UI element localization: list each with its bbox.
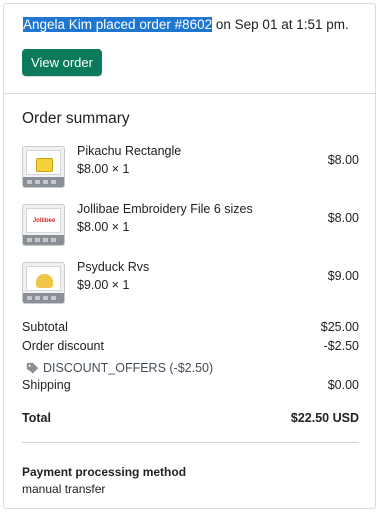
line-item: Jollibee Jollibae Embroidery File 6 size… xyxy=(22,202,359,248)
divider xyxy=(22,442,359,443)
discount-code: DISCOUNT_OFFERS (-$2.50) xyxy=(26,361,213,375)
shipping-label: Shipping xyxy=(22,378,71,392)
order-discount-value: -$2.50 xyxy=(323,339,359,353)
subtotal-value: $25.00 xyxy=(320,320,359,334)
order-discount-label: Order discount xyxy=(22,339,104,353)
divider xyxy=(4,93,375,94)
subtotal-label: Subtotal xyxy=(22,320,68,334)
payment-method-title: Payment processing method xyxy=(22,465,187,479)
item-price: $9.00 xyxy=(327,269,359,283)
pikachu-thumbnail[interactable] xyxy=(22,146,65,188)
order-discount-row: Order discount -$2.50 xyxy=(22,339,359,355)
headline-rest: on Sep 01 at 1:51 pm. xyxy=(212,17,349,32)
item-name: Pikachu Rectangle xyxy=(77,144,182,158)
tag-icon xyxy=(26,362,39,373)
psyduck-thumbnail[interactable] xyxy=(22,262,65,304)
total-value: $22.50 USD xyxy=(290,411,359,425)
order-headline: Angela Kim placed order #8602 on Sep 01 … xyxy=(23,16,349,34)
item-quantity: $8.00 × 1 xyxy=(77,162,130,176)
item-price: $8.00 xyxy=(327,153,359,167)
item-quantity: $8.00 × 1 xyxy=(77,220,130,234)
subtotal-row: Subtotal $25.00 xyxy=(22,320,359,336)
discount-code-text: DISCOUNT_OFFERS (-$2.50) xyxy=(43,361,214,375)
selected-text[interactable]: Angela Kim placed order #8602 xyxy=(23,17,213,32)
item-quantity: $9.00 × 1 xyxy=(77,278,130,292)
line-item: Pikachu Rectangle $8.00 × 1 $8.00 xyxy=(22,144,359,190)
jollibee-thumbnail[interactable]: Jollibee xyxy=(22,204,65,246)
order-summary-title: Order summary xyxy=(22,110,130,127)
view-order-button[interactable]: View order xyxy=(22,49,102,76)
shipping-row: Shipping $0.00 xyxy=(22,378,359,394)
payment-method-value: manual transfer xyxy=(22,482,106,496)
order-card: Angela Kim placed order #8602 on Sep 01 … xyxy=(3,3,376,509)
shipping-value: $0.00 xyxy=(327,378,359,392)
item-name: Jollibae Embroidery File 6 sizes xyxy=(77,202,253,216)
item-name: Psyduck Rvs xyxy=(77,260,150,274)
item-price: $8.00 xyxy=(327,211,359,225)
total-row: Total $22.50 USD xyxy=(22,411,359,427)
line-item: Psyduck Rvs $9.00 × 1 $9.00 xyxy=(22,260,359,306)
total-label: Total xyxy=(22,411,51,425)
